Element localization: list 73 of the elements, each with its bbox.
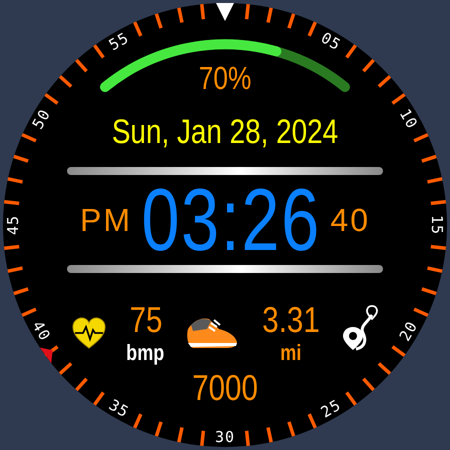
tick-mark <box>58 75 72 88</box>
tick-mark <box>93 391 105 406</box>
tick-mark <box>345 391 357 406</box>
tick-mark <box>44 93 59 105</box>
bezel-number: 45 <box>4 214 22 236</box>
tick-mark <box>378 75 392 88</box>
tick-mark <box>266 8 273 23</box>
tick-mark <box>362 58 375 72</box>
bezel-number: 50 <box>28 106 54 132</box>
bezel-number: 05 <box>318 28 344 54</box>
tick-mark <box>430 244 446 250</box>
tick-mark <box>177 8 184 23</box>
tick-mark <box>4 244 20 250</box>
tick-mark <box>21 133 37 142</box>
distance-value: 3.31 <box>262 301 320 339</box>
bezel-number: 55 <box>106 28 132 54</box>
route-pin-icon <box>342 305 378 351</box>
bezel-number: 40 <box>28 318 54 344</box>
tick-mark <box>430 200 446 206</box>
tick-mark <box>413 308 429 317</box>
tick-mark <box>308 413 317 429</box>
bezel-number: 25 <box>318 396 344 422</box>
date-text: Sun, Jan 28, 2024 <box>112 112 338 152</box>
tick-mark <box>421 287 437 296</box>
tick-mark <box>21 308 37 317</box>
tick-mark <box>75 378 88 392</box>
tick-mark <box>200 4 206 20</box>
tick-mark <box>44 345 59 357</box>
second-marker <box>40 348 53 364</box>
am-pm-label: PM <box>80 202 132 238</box>
battery-percent: 70% <box>198 60 252 96</box>
tick-mark <box>391 345 406 357</box>
tick-mark <box>13 154 29 163</box>
tick-mark <box>75 58 88 72</box>
tick-mark <box>287 13 296 29</box>
bezel-number: 35 <box>106 396 132 422</box>
tick-mark <box>133 21 142 37</box>
bezel-number: 15 <box>428 214 446 236</box>
tick-mark <box>266 427 273 443</box>
tick-mark <box>154 421 163 437</box>
tick-mark <box>177 427 184 443</box>
tick-mark <box>8 177 23 184</box>
tick-mark <box>8 266 23 273</box>
tick-mark <box>244 4 250 20</box>
bezel-number: 30 <box>214 428 236 446</box>
heart-rate-unit: bmp <box>126 341 165 365</box>
top-marker <box>216 3 234 21</box>
bezel-number: 10 <box>396 106 422 132</box>
tick-mark <box>13 287 29 296</box>
tick-mark <box>58 362 72 375</box>
heart-icon <box>72 317 106 349</box>
tick-mark <box>427 266 443 273</box>
tick-mark <box>308 21 317 37</box>
steps-value: 7000 <box>192 369 258 407</box>
distance-unit: mi <box>280 341 302 365</box>
tick-mark <box>378 362 392 375</box>
tick-mark <box>200 430 206 446</box>
seconds-text: 40 <box>330 202 370 238</box>
tick-mark <box>391 93 406 105</box>
tick-mark <box>244 430 250 446</box>
tick-mark <box>427 177 443 184</box>
bezel-number: 20 <box>396 318 422 344</box>
tick-mark <box>362 378 375 392</box>
tick-mark <box>345 44 357 59</box>
tick-mark <box>133 413 142 429</box>
tick-mark <box>4 200 20 206</box>
tick-mark <box>421 154 437 163</box>
tick-mark <box>93 44 105 59</box>
heart-rate-value: 75 <box>129 301 162 339</box>
time-text: 03:26 <box>141 175 321 265</box>
tick-mark <box>287 421 296 437</box>
tick-mark <box>154 13 163 29</box>
tick-mark <box>413 133 429 142</box>
